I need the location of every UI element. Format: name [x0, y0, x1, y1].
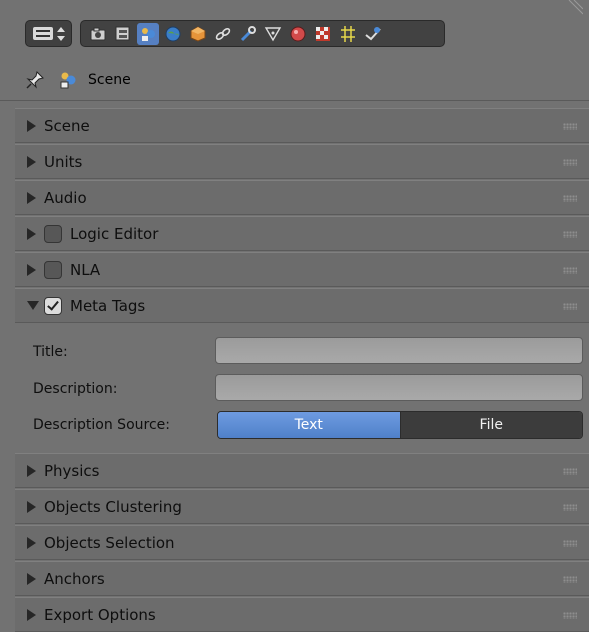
- world-icon[interactable]: [162, 23, 184, 45]
- drag-grip-icon[interactable]: [563, 195, 577, 202]
- drag-grip-icon[interactable]: [563, 231, 577, 238]
- panel-label: Objects Clustering: [44, 497, 182, 516]
- panel-units[interactable]: Units: [15, 144, 589, 179]
- disclosure-triangle-expanded-icon[interactable]: [27, 301, 39, 310]
- context-tabs: [80, 20, 445, 47]
- material-icon[interactable]: [287, 23, 309, 45]
- panel-label: Objects Selection: [44, 533, 175, 552]
- disclosure-triangle-icon[interactable]: [27, 119, 36, 132]
- data-icon[interactable]: [262, 23, 284, 45]
- title-label: Title:: [33, 344, 68, 360]
- properties-editor: Scene Scene Units Audio Logic Editor NLA…: [0, 0, 589, 632]
- title-field[interactable]: [215, 337, 583, 364]
- disclosure-triangle-icon[interactable]: [27, 536, 36, 549]
- drag-grip-icon[interactable]: [563, 159, 577, 166]
- disclosure-triangle-icon[interactable]: [27, 191, 36, 204]
- description-source-toggle: Text File: [217, 411, 583, 439]
- disclosure-triangle-icon[interactable]: [27, 155, 36, 168]
- panel-label: Physics: [44, 461, 100, 480]
- disclosure-triangle-icon[interactable]: [27, 608, 36, 621]
- drag-grip-icon[interactable]: [563, 123, 577, 130]
- drag-grip-icon[interactable]: [563, 540, 577, 547]
- panel-label: Export Options: [44, 605, 156, 624]
- texture-icon[interactable]: [312, 23, 334, 45]
- area-split-corner-icon[interactable]: [565, 0, 583, 18]
- panel-physics[interactable]: Physics: [15, 453, 589, 488]
- panel-logic-editor[interactable]: Logic Editor: [15, 216, 589, 251]
- source-file-option[interactable]: File: [400, 412, 582, 438]
- logic-editor-checkbox[interactable]: [44, 224, 62, 243]
- disclosure-triangle-icon[interactable]: [27, 500, 36, 513]
- drag-grip-icon[interactable]: [563, 612, 577, 619]
- description-source-label: Description Source:: [33, 417, 170, 433]
- drag-grip-icon[interactable]: [563, 504, 577, 511]
- disclosure-triangle-icon[interactable]: [27, 227, 36, 240]
- panel-objects-selection[interactable]: Objects Selection: [15, 525, 589, 560]
- updown-arrow-icon: [56, 26, 65, 42]
- description-field[interactable]: [215, 374, 583, 401]
- disclosure-triangle-icon[interactable]: [27, 263, 36, 276]
- drag-grip-icon[interactable]: [563, 267, 577, 274]
- panel-objects-clustering[interactable]: Objects Clustering: [15, 489, 589, 524]
- source-text-option[interactable]: Text: [218, 412, 401, 438]
- panel-label: Meta Tags: [70, 296, 146, 315]
- panel-nla[interactable]: NLA: [15, 252, 589, 287]
- panel-scene[interactable]: Scene: [15, 108, 589, 143]
- panel-label: Anchors: [44, 569, 105, 588]
- properties-editor-icon: [32, 27, 53, 40]
- panel-label: Logic Editor: [70, 224, 159, 243]
- drag-grip-icon[interactable]: [563, 303, 577, 310]
- meta-tags-body: Title: Description: Description Source: …: [15, 325, 589, 452]
- drag-grip-icon[interactable]: [563, 468, 577, 475]
- pin-icon[interactable]: [25, 70, 45, 90]
- description-label: Description:: [33, 381, 118, 397]
- panel-export-options[interactable]: Export Options: [15, 597, 589, 632]
- drag-grip-icon[interactable]: [563, 576, 577, 583]
- constraints-icon[interactable]: [212, 23, 234, 45]
- properties-header: [0, 0, 589, 50]
- disclosure-triangle-icon[interactable]: [27, 572, 36, 585]
- scene-icon[interactable]: [137, 22, 159, 45]
- panel-label: Audio: [44, 188, 87, 207]
- nla-checkbox[interactable]: [44, 260, 62, 279]
- disclosure-triangle-icon[interactable]: [27, 464, 36, 477]
- panel-audio[interactable]: Audio: [15, 180, 589, 215]
- render-icon[interactable]: [87, 23, 109, 45]
- editor-type-button[interactable]: [25, 20, 72, 47]
- object-icon[interactable]: [187, 23, 209, 45]
- panel-meta-tags[interactable]: Meta Tags: [15, 288, 589, 323]
- render-layers-icon[interactable]: [112, 23, 134, 45]
- panel-anchors[interactable]: Anchors: [15, 561, 589, 596]
- physics-icon[interactable]: [362, 23, 384, 45]
- meta-tags-checkbox[interactable]: [44, 296, 62, 315]
- panel-label: NLA: [70, 260, 101, 279]
- panel-label: Units: [44, 152, 83, 171]
- particles-icon[interactable]: [337, 23, 359, 45]
- context-path: Scene: [0, 60, 589, 101]
- context-scene-name: Scene: [88, 72, 131, 88]
- panel-label: Scene: [44, 116, 90, 135]
- scene-icon: [60, 72, 76, 89]
- modifiers-icon[interactable]: [237, 23, 259, 45]
